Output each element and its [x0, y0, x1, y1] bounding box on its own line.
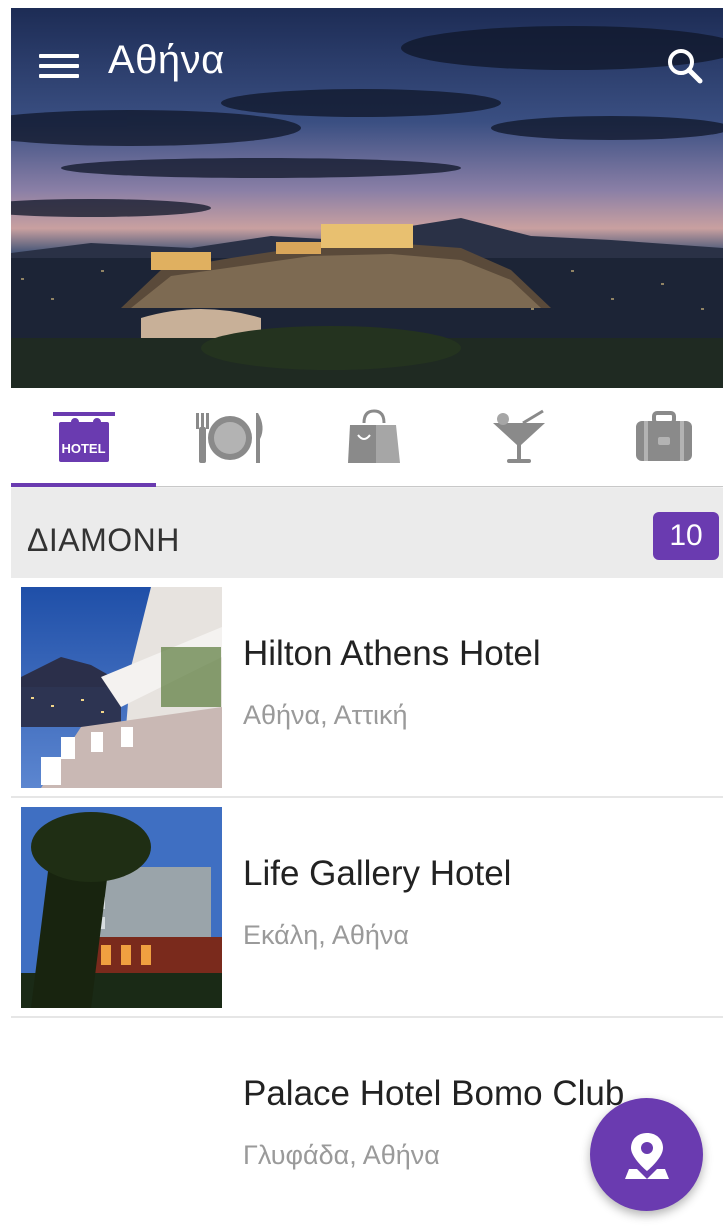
- hotel-thumbnail: [21, 587, 222, 788]
- tab-nightlife[interactable]: [446, 388, 591, 486]
- tab-food[interactable]: [156, 388, 301, 486]
- hotel-location: Εκάλη, Αθήνα: [243, 920, 409, 950]
- search-icon: [668, 49, 703, 84]
- section-title: ΔΙΑΜΟΝΗ: [27, 522, 180, 558]
- hotel-thumbnail: [21, 807, 222, 1008]
- hotel-location: Αθήνα, Αττική: [243, 700, 408, 730]
- app-screen: Αθήνα HOTEL ΔΙΑΜΟΝΗ 10 Hilton Athens Hot…: [11, 8, 723, 1232]
- hotel-terrace-photo: [21, 587, 222, 788]
- category-tabs: HOTEL: [11, 388, 723, 487]
- shopping-bag-icon: [347, 409, 400, 463]
- tab-shopping[interactable]: [301, 388, 446, 486]
- tab-hotel[interactable]: HOTEL: [11, 388, 156, 487]
- suitcase-icon: [635, 411, 692, 461]
- plate-cutlery-icon: [195, 413, 263, 463]
- hotel-name: Hilton Athens Hotel: [243, 634, 541, 673]
- menu-button[interactable]: [39, 48, 79, 80]
- map-pin-icon: [624, 1132, 669, 1179]
- search-button[interactable]: [665, 46, 705, 86]
- section-header: ΔΙΑΜΟΝΗ 10: [11, 488, 723, 578]
- hamburger-icon: [39, 54, 79, 58]
- city-title: Αθήνα: [108, 38, 225, 82]
- map-fab-button[interactable]: [590, 1098, 703, 1211]
- city-header: Αθήνα: [11, 8, 723, 388]
- count-badge: 10: [653, 512, 719, 560]
- list-item[interactable]: Hilton Athens Hotel Αθήνα, Αττική: [11, 578, 723, 798]
- tab-travel[interactable]: [591, 388, 723, 486]
- list-item[interactable]: Life Gallery Hotel Εκάλη, Αθήνα: [11, 798, 723, 1018]
- hotel-building-photo: [21, 807, 222, 1008]
- hotel-sign-icon: HOTEL: [52, 408, 115, 466]
- hotel-name: Palace Hotel Bomo Club: [243, 1074, 625, 1113]
- hotel-name: Life Gallery Hotel: [243, 854, 512, 893]
- hotel-thumbnail: [21, 1027, 222, 1228]
- cocktail-icon: [492, 409, 545, 463]
- hotel-location: Γλυφάδα, Αθήνα: [243, 1140, 440, 1170]
